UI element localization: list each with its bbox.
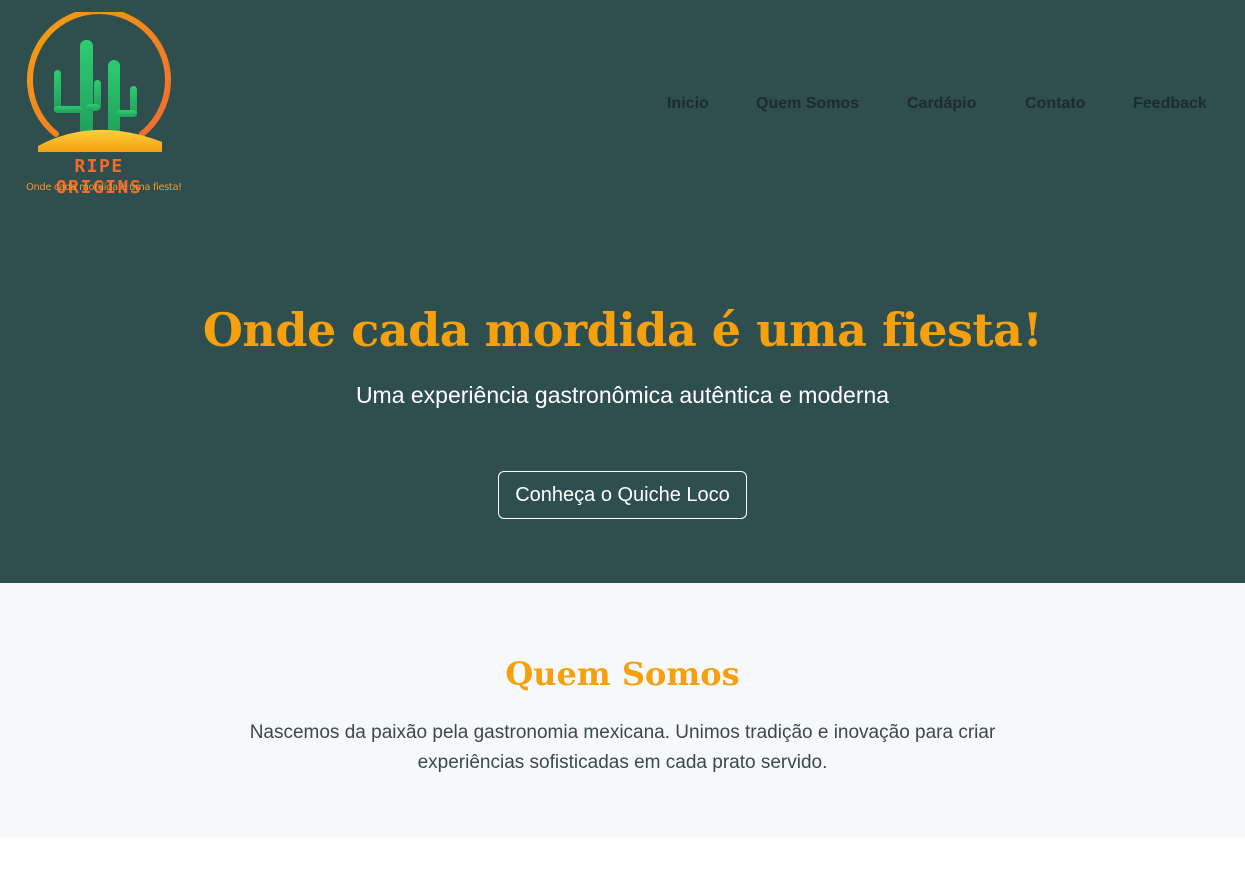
hero-subtitle: Uma experiência gastronômica autêntica e… xyxy=(355,382,890,408)
nav-item-feedback[interactable]: Feedback xyxy=(1133,95,1207,113)
hero-title: Onde cada mordida é uma fiesta! xyxy=(202,303,1043,357)
nav-item-quem-somos[interactable]: Quem Somos xyxy=(756,95,859,113)
hero-section: RIPE ORIGINS Onde cada mordida é uma fie… xyxy=(0,0,1245,583)
about-text: Nascemos da paixão pela gastronomia mexi… xyxy=(249,722,996,773)
brand-tagline: Onde cada mordida é uma fiesta! xyxy=(26,182,182,193)
about-section: Quem Somos Nascemos da paixão pela gastr… xyxy=(0,583,1245,837)
nav-item-cardapio[interactable]: Cardápio xyxy=(907,95,976,113)
nav-item-contato[interactable]: Contato xyxy=(1025,95,1085,113)
cactus-sun-icon xyxy=(27,12,171,152)
about-title: Quem Somos xyxy=(505,655,740,693)
cta-button[interactable]: Conheça o Quiche Loco xyxy=(498,471,747,519)
nav-item-inicio[interactable]: Inicio xyxy=(667,95,709,113)
main-nav: Inicio Quem Somos Cardápio Contato Feedb… xyxy=(0,95,1245,117)
